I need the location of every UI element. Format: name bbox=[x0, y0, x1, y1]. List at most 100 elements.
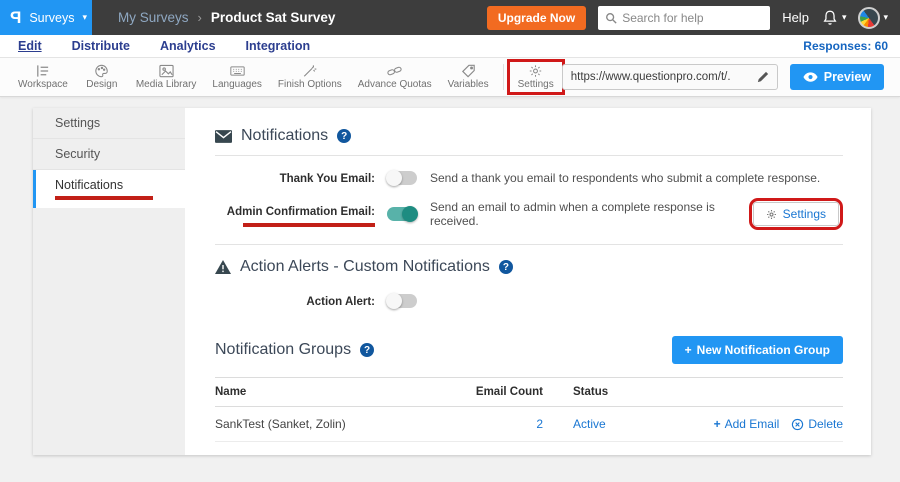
tab-integration[interactable]: Integration bbox=[246, 39, 311, 53]
app-menu-label: Surveys bbox=[29, 11, 74, 25]
toolbar-item-label: Variables bbox=[448, 79, 489, 90]
settings-sidebar: Settings Security Notifications bbox=[33, 108, 185, 455]
new-notification-group-button[interactable]: + New Notification Group bbox=[672, 336, 843, 364]
table-header-row: Name Email Count Status bbox=[215, 377, 843, 407]
notification-groups-header: Notification Groups ? + New Notification… bbox=[215, 336, 843, 364]
new-group-button-label: New Notification Group bbox=[697, 343, 830, 357]
toolbar-item-design[interactable]: Design bbox=[76, 62, 128, 92]
help-search-box[interactable] bbox=[598, 6, 770, 30]
help-icon[interactable]: ? bbox=[499, 260, 513, 274]
gear-icon bbox=[766, 209, 777, 220]
help-icon[interactable]: ? bbox=[337, 129, 351, 143]
status-link[interactable]: Active bbox=[573, 417, 606, 431]
tag-icon bbox=[461, 64, 476, 78]
admin-email-settings-button[interactable]: Settings bbox=[753, 202, 839, 226]
row-label-wrap: Admin Confirmation Email: bbox=[215, 202, 375, 227]
chevron-down-icon: ▾ bbox=[842, 13, 847, 22]
surveys-app-menu[interactable]: P Surveys ▾ bbox=[0, 0, 92, 35]
toolbar-divider bbox=[503, 64, 504, 90]
sidebar-item-label: Notifications bbox=[55, 178, 123, 192]
eye-icon bbox=[803, 72, 818, 82]
action-alert-toggle[interactable] bbox=[387, 294, 417, 308]
toolbar-item-label: Advance Quotas bbox=[358, 79, 432, 90]
breadcrumb-my-surveys[interactable]: My Surveys bbox=[118, 10, 189, 25]
delete-link[interactable]: Delete bbox=[791, 417, 843, 431]
section-divider bbox=[215, 155, 843, 156]
chain-link-icon bbox=[387, 64, 402, 78]
sidebar-item-notifications[interactable]: Notifications bbox=[33, 170, 185, 208]
thank-you-email-description: Send a thank you email to respondents wh… bbox=[430, 171, 820, 185]
action-alert-row: Action Alert: bbox=[215, 292, 843, 310]
toolbar-item-label: Media Library bbox=[136, 79, 197, 90]
tab-edit[interactable]: Edit bbox=[18, 39, 42, 53]
preview-button[interactable]: Preview bbox=[790, 64, 884, 90]
help-search-input[interactable] bbox=[622, 11, 763, 25]
pencil-icon[interactable] bbox=[757, 71, 769, 83]
palette-icon bbox=[94, 64, 109, 78]
workspace-icon bbox=[35, 64, 50, 78]
tab-distribute[interactable]: Distribute bbox=[72, 39, 130, 53]
admin-confirmation-email-row: Admin Confirmation Email: Send an email … bbox=[215, 198, 843, 230]
annotation-red-box-settings-button: Settings bbox=[749, 198, 843, 230]
questionpro-logo-icon: P bbox=[10, 8, 21, 28]
annotation-red-underline-admin-email bbox=[243, 223, 375, 227]
upgrade-now-button[interactable]: Upgrade Now bbox=[487, 6, 586, 30]
admin-confirmation-email-toggle[interactable] bbox=[387, 207, 417, 221]
group-name: SankTest (Sanket, Zolin) bbox=[215, 417, 453, 431]
tab-analytics[interactable]: Analytics bbox=[160, 39, 216, 53]
header-status: Status bbox=[543, 386, 663, 398]
row-actions: + Add Email Delete bbox=[663, 417, 843, 431]
toolbar-item-finish-options[interactable]: Finish Options bbox=[270, 62, 350, 92]
toggle-knob bbox=[386, 170, 402, 186]
preview-button-label: Preview bbox=[824, 70, 871, 84]
add-email-link[interactable]: + Add Email bbox=[714, 417, 780, 431]
settings-button-label: Settings bbox=[783, 207, 826, 221]
thank-you-email-toggle[interactable] bbox=[387, 171, 417, 185]
add-email-label: Add Email bbox=[725, 417, 780, 431]
edit-toolbar: Workspace Design Media Library Languages… bbox=[0, 58, 900, 97]
breadcrumb-current-survey: Product Sat Survey bbox=[211, 10, 336, 25]
toolbar-item-languages[interactable]: Languages bbox=[204, 62, 269, 92]
survey-url-box[interactable] bbox=[562, 64, 778, 90]
email-count-link[interactable]: 2 bbox=[536, 417, 543, 431]
notifications-section-header: Notifications ? bbox=[215, 127, 843, 145]
toolbar-item-settings[interactable]: Settings bbox=[510, 62, 562, 92]
toolbar-item-label: Finish Options bbox=[278, 79, 342, 90]
warning-triangle-icon bbox=[215, 260, 231, 274]
section-title: Action Alerts - Custom Notifications bbox=[240, 258, 490, 276]
thank-you-email-row: Thank You Email: Send a thank you email … bbox=[215, 169, 843, 187]
toolbar-item-advance-quotas[interactable]: Advance Quotas bbox=[350, 62, 440, 92]
settings-card: Settings Security Notifications Notifica… bbox=[33, 108, 871, 455]
chevron-down-icon: ▾ bbox=[883, 13, 888, 22]
section-tabs: Edit Distribute Analytics Integration Re… bbox=[0, 35, 900, 58]
sidebar-item-settings[interactable]: Settings bbox=[33, 108, 185, 139]
survey-url-input[interactable] bbox=[571, 71, 751, 83]
admin-confirmation-email-label: Admin Confirmation Email: bbox=[227, 206, 375, 218]
envelope-icon bbox=[215, 130, 232, 143]
toolbar-item-media-library[interactable]: Media Library bbox=[128, 62, 205, 92]
notifications-bell-menu[interactable]: ▾ bbox=[821, 9, 847, 27]
help-icon[interactable]: ? bbox=[360, 343, 374, 357]
help-link[interactable]: Help bbox=[782, 10, 809, 25]
thank-you-email-label: Thank You Email: bbox=[280, 173, 375, 185]
toolbar-item-variables[interactable]: Variables bbox=[440, 62, 497, 92]
page-body: Settings Security Notifications Notifica… bbox=[0, 97, 900, 482]
magic-wand-icon bbox=[302, 64, 317, 78]
notifications-panel: Notifications ? Thank You Email: Send a … bbox=[185, 108, 871, 455]
topbar-right-cluster: Upgrade Now Help ▾ ▾ bbox=[487, 0, 900, 35]
responses-count[interactable]: Responses: 60 bbox=[803, 39, 888, 53]
delete-label: Delete bbox=[808, 417, 843, 431]
bell-icon bbox=[821, 9, 839, 27]
top-bar: P Surveys ▾ My Surveys › Product Sat Sur… bbox=[0, 0, 900, 35]
section-divider bbox=[215, 244, 843, 245]
admin-confirmation-email-description: Send an email to admin when a complete r… bbox=[430, 200, 749, 228]
section-title: Notifications bbox=[241, 127, 328, 145]
action-alert-label: Action Alert: bbox=[306, 296, 375, 308]
sidebar-item-security[interactable]: Security bbox=[33, 139, 185, 170]
row-label-wrap: Thank You Email: bbox=[215, 169, 375, 187]
sidebar-item-label: Security bbox=[55, 147, 100, 161]
account-menu[interactable]: ▾ bbox=[858, 7, 888, 29]
avatar bbox=[858, 7, 880, 29]
row-label-wrap: Action Alert: bbox=[215, 292, 375, 310]
toolbar-item-workspace[interactable]: Workspace bbox=[10, 62, 76, 92]
